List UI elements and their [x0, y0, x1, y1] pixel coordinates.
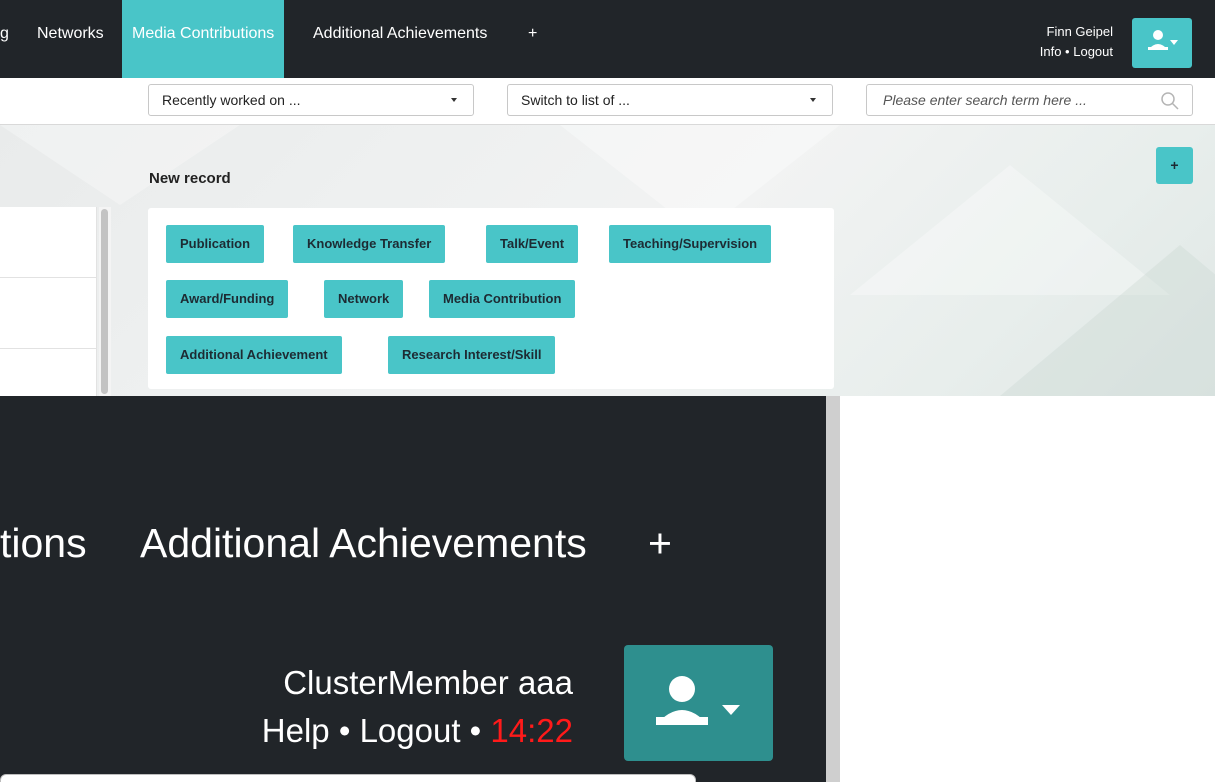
top-navbar: g Networks Media Contributions Additiona…	[0, 0, 1215, 78]
zoom-nav-item-add[interactable]: +	[648, 520, 672, 567]
chevron-down-icon	[1170, 40, 1178, 45]
background-pattern	[0, 125, 240, 205]
search-icon[interactable]	[1160, 91, 1180, 111]
nav-item-networks[interactable]: Networks	[37, 0, 104, 78]
user-icon	[1148, 30, 1168, 50]
separator-dot: •	[1065, 44, 1070, 59]
zoom-input-edge	[0, 774, 696, 782]
nav-item-add[interactable]: +	[528, 0, 537, 78]
zoom-user-menu-button[interactable]	[624, 645, 773, 761]
user-icon	[656, 676, 708, 725]
zoom-user-name: ClusterMember aaa	[283, 664, 573, 701]
list-divider	[0, 277, 96, 278]
new-research-interest-skill-button[interactable]: Research Interest/Skill	[388, 336, 556, 374]
chevron-down-icon	[722, 705, 740, 715]
zoomed-header-panel: tions Additional Achievements + ClusterM…	[0, 396, 826, 782]
sub-toolbar: Recently worked on ... Switch to list of…	[0, 78, 1215, 125]
caret-down-icon	[810, 98, 816, 102]
left-list-panel	[0, 207, 97, 396]
new-network-button[interactable]: Network	[324, 280, 404, 318]
new-record-card: Publication Knowledge Transfer Talk/Even…	[148, 208, 834, 389]
search-placeholder: Please enter search term here ...	[883, 92, 1087, 108]
new-record-heading: New record	[149, 170, 231, 187]
user-info-block: Finn Geipel Info • Logout	[1040, 22, 1113, 62]
nav-item-truncated[interactable]: g	[0, 0, 9, 78]
zoom-nav-item-truncated[interactable]: tions	[0, 520, 87, 567]
new-additional-achievement-button[interactable]: Additional Achievement	[166, 336, 342, 374]
recently-worked-on-select[interactable]: Recently worked on ...	[148, 84, 474, 116]
new-publication-button[interactable]: Publication	[166, 225, 265, 263]
switch-list-value: Switch to list of ...	[521, 92, 630, 108]
zoom-panel-shadow	[826, 396, 840, 782]
logout-link[interactable]: Logout	[1073, 44, 1113, 59]
zoom-logout-link[interactable]: Logout	[360, 712, 461, 749]
scrollbar[interactable]	[99, 207, 111, 396]
top-screenshot-panel: g Networks Media Contributions Additiona…	[0, 0, 1215, 396]
scrollbar-thumb[interactable]	[101, 209, 108, 394]
switch-list-select[interactable]: Switch to list of ...	[507, 84, 833, 116]
zoom-nav-item-additional-achievements[interactable]: Additional Achievements	[140, 520, 587, 567]
add-record-button[interactable]: +	[1156, 147, 1193, 184]
separator-dot: •	[338, 712, 351, 749]
new-teaching-supervision-button[interactable]: Teaching/Supervision	[609, 225, 772, 263]
help-link[interactable]: Help	[262, 712, 330, 749]
new-media-contribution-button[interactable]: Media Contribution	[429, 280, 576, 318]
background-pattern	[1000, 245, 1215, 396]
user-name: Finn Geipel	[1046, 24, 1113, 39]
new-talk-event-button[interactable]: Talk/Event	[486, 225, 579, 263]
new-award-funding-button[interactable]: Award/Funding	[166, 280, 289, 318]
session-timer: 14:22	[490, 712, 573, 749]
recently-worked-on-value: Recently worked on ...	[162, 92, 301, 108]
content-area: New record Publication Knowledge Transfe…	[0, 125, 1215, 396]
search-input[interactable]: Please enter search term here ...	[866, 84, 1193, 116]
user-menu-button[interactable]	[1132, 18, 1192, 68]
separator-dot: •	[469, 712, 482, 749]
info-link[interactable]: Info	[1040, 44, 1062, 59]
caret-down-icon	[451, 98, 457, 102]
new-knowledge-transfer-button[interactable]: Knowledge Transfer	[293, 225, 446, 263]
nav-item-media-contributions[interactable]: Media Contributions	[122, 0, 285, 78]
nav-item-additional-achievements[interactable]: Additional Achievements	[313, 0, 487, 78]
list-divider	[0, 348, 96, 349]
zoom-user-links: Help • Logout • 14:22	[262, 712, 573, 750]
